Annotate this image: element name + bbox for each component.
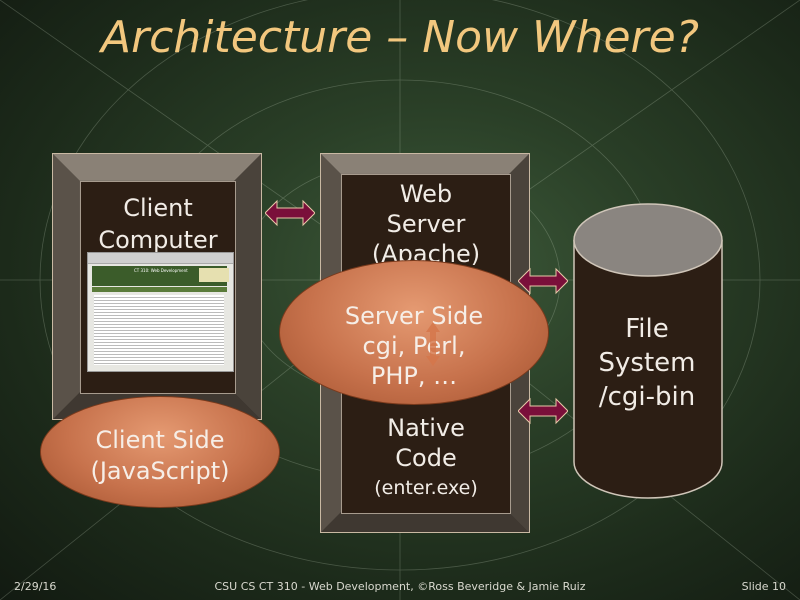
server-side-line2: cgi, Perl, <box>362 332 466 360</box>
file-system-line1: File <box>625 314 669 344</box>
file-system-line3: /cgi-bin <box>598 382 696 412</box>
client-side-line1: Client Side <box>95 426 225 454</box>
slide-title: Architecture – Now Where? <box>100 12 700 63</box>
footer-credit: CSU CS CT 310 - Web Development, ©Ross B… <box>214 580 586 593</box>
native-label-line1: Native <box>387 414 465 442</box>
native-label-line3: (enter.exe) <box>374 477 478 499</box>
university-logo <box>199 268 229 282</box>
client-side-line2: (JavaScript) <box>90 457 230 485</box>
browser-screenshot: CT 310: Web Development <box>87 252 234 372</box>
file-system-label: File System /cgi-bin <box>572 312 722 414</box>
server-side-line3: PHP, … <box>370 362 458 390</box>
screenshot-text-lines <box>94 295 224 365</box>
client-label-line1: Client <box>123 194 193 222</box>
file-system-line2: System <box>598 348 696 378</box>
screenshot-header-text: CT 310: Web Development <box>134 268 188 273</box>
server-side-oval: Server Side cgi, Perl, PHP, … <box>279 260 549 405</box>
server-label-line1: Web <box>399 180 453 208</box>
footer-slide-number: Slide 10 <box>741 580 786 593</box>
native-filesystem-arrow <box>518 397 568 425</box>
browser-toolbar <box>88 253 233 264</box>
client-side-oval: Client Side (JavaScript) <box>40 396 280 508</box>
native-label-line2: Code <box>395 444 457 472</box>
screenshot-nav <box>92 287 227 292</box>
server-native-arrow <box>426 322 440 366</box>
server-side-line1: Server Side <box>344 302 484 330</box>
client-server-arrow <box>265 199 315 227</box>
server-label-line2: Server <box>386 210 466 238</box>
